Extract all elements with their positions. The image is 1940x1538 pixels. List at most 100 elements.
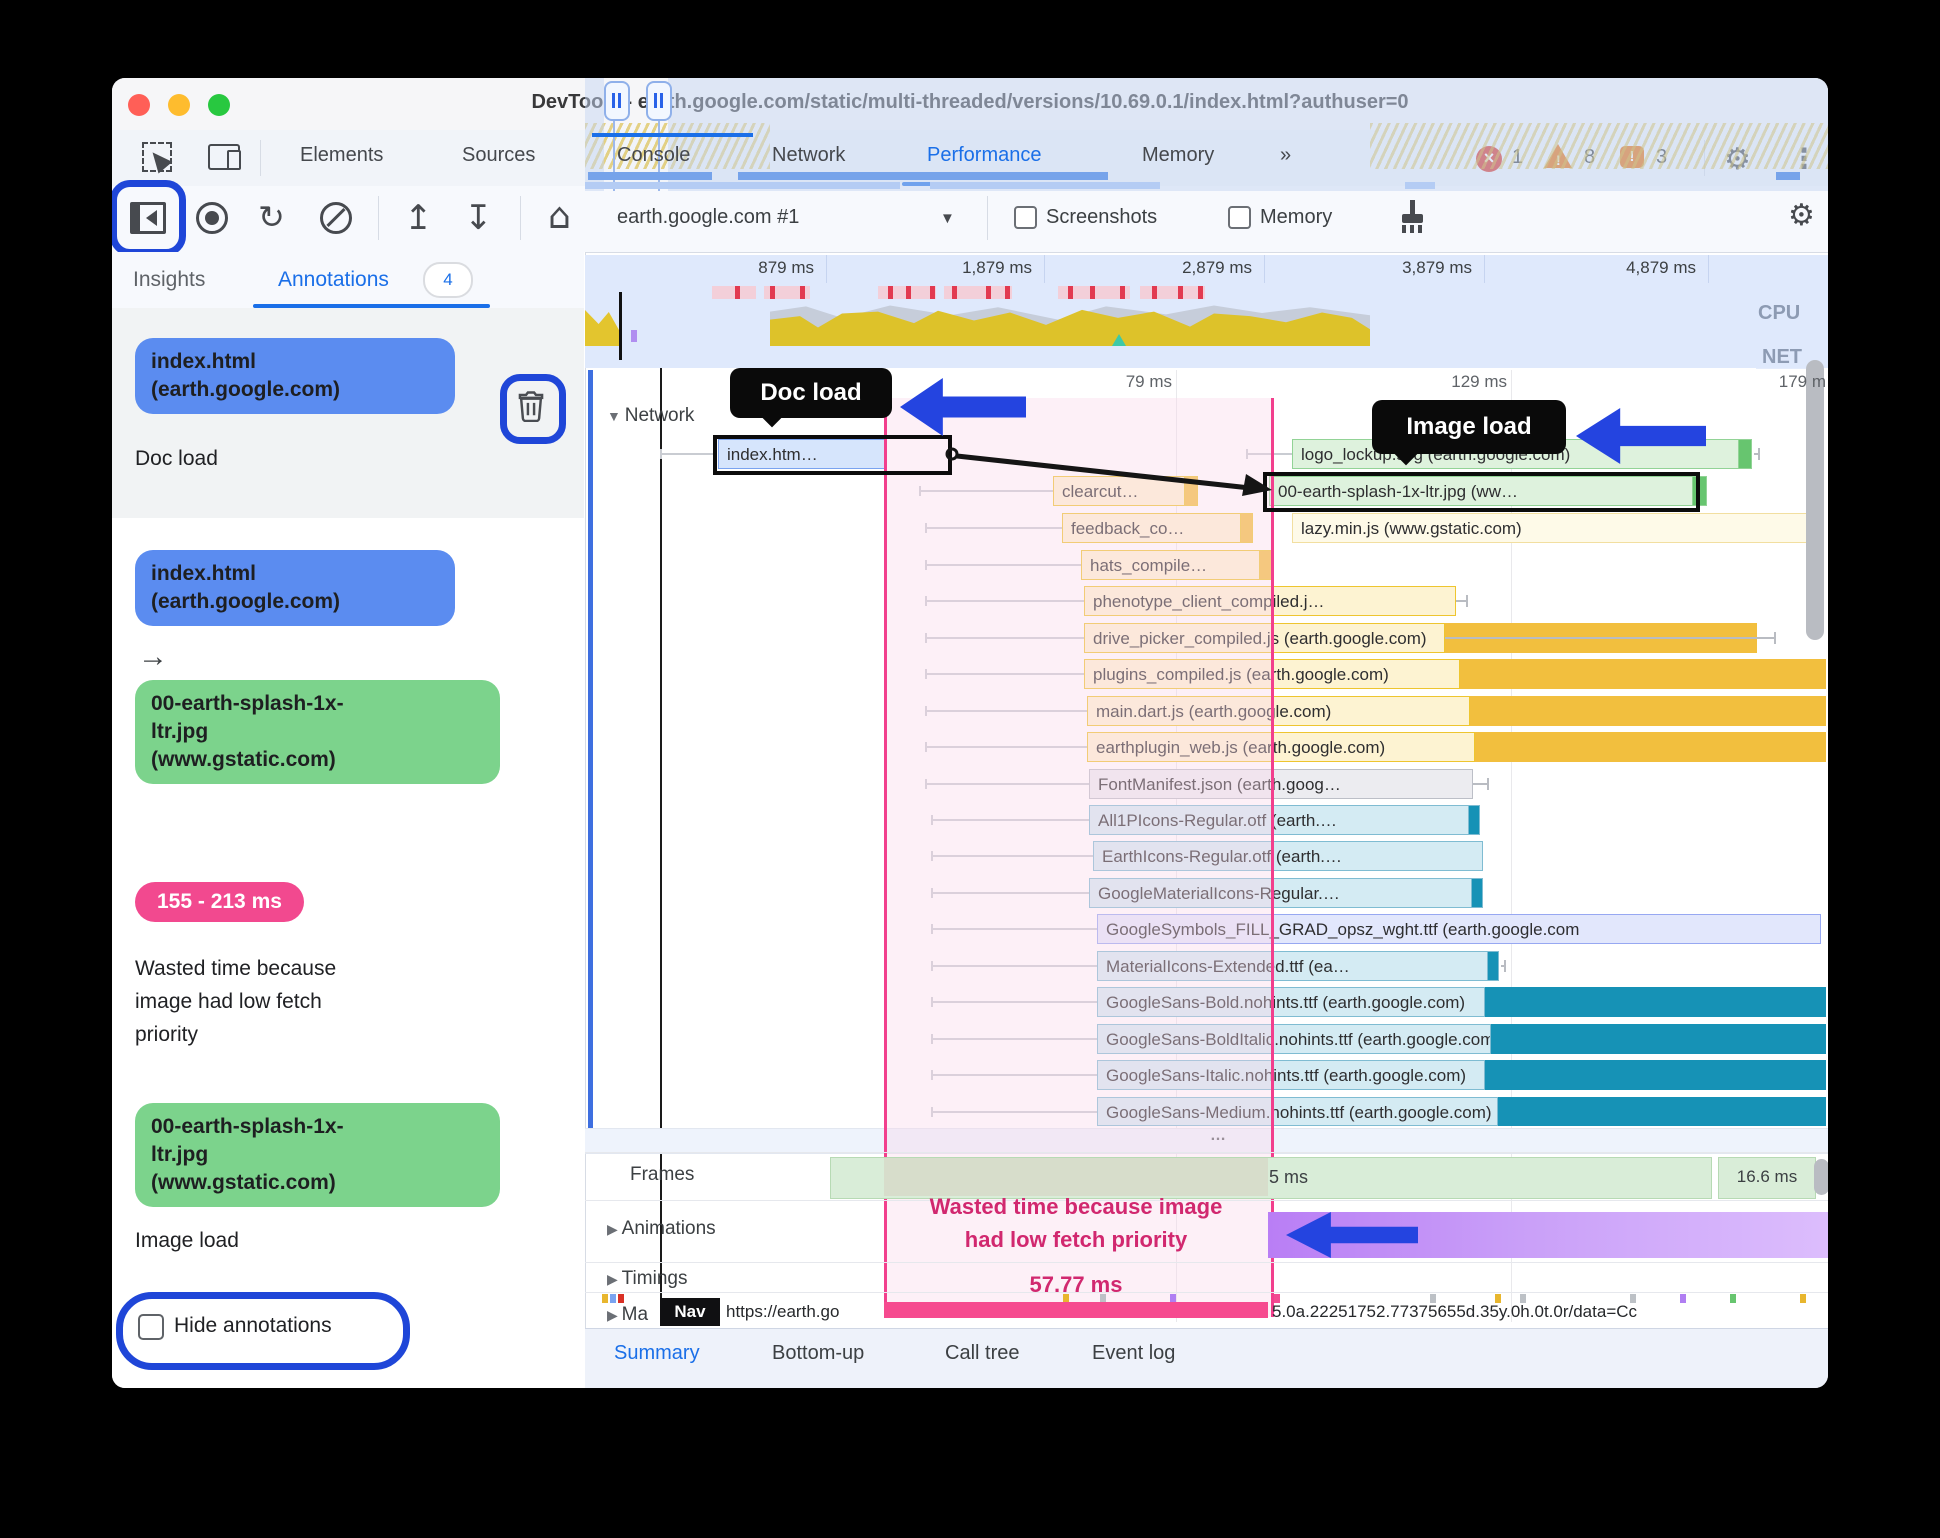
annotation-pill-doc[interactable]: index.html (earth.google.com) bbox=[135, 338, 455, 414]
wasted-time-text: Wasted time because image had low fetch … bbox=[929, 1194, 1223, 1252]
clear-icon[interactable] bbox=[320, 202, 352, 234]
doc-load-outline-box bbox=[713, 435, 952, 475]
overview-brush-handle-left[interactable] bbox=[604, 81, 630, 121]
network-request-bar[interactable]: lazy.min.js (www.gstatic.com) bbox=[1292, 513, 1815, 543]
capture-settings-gear-icon[interactable]: ⚙ bbox=[1788, 198, 1815, 233]
timings-track-header[interactable]: ▶ Timings bbox=[607, 1268, 687, 1290]
main-activity-tick bbox=[1274, 1294, 1280, 1303]
request-tail-bar[interactable] bbox=[1473, 732, 1826, 762]
request-whisker-end bbox=[1487, 778, 1489, 790]
screenshots-checkbox[interactable] bbox=[1014, 206, 1037, 229]
annotation-note-doc-load: Doc load bbox=[135, 447, 218, 470]
memory-checkbox[interactable] bbox=[1228, 206, 1251, 229]
request-end-cap bbox=[1738, 439, 1752, 469]
image-load-arrow-icon bbox=[1576, 408, 1706, 464]
frames-scrollbar-thumb[interactable] bbox=[1814, 1159, 1828, 1195]
tab-memory[interactable]: Memory bbox=[1142, 144, 1214, 167]
overview-time-label: 1,879 ms bbox=[962, 258, 1032, 277]
overview-time-label: 3,879 ms bbox=[1402, 258, 1472, 277]
annotation-pill-splash2[interactable]: 00-earth-splash-1x- ltr.jpg (www.gstatic… bbox=[135, 1103, 500, 1207]
frames-track-label[interactable]: Frames bbox=[630, 1164, 694, 1186]
request-tail-bar[interactable] bbox=[1489, 1024, 1826, 1054]
bottom-tab-summary[interactable]: Summary bbox=[614, 1342, 700, 1365]
expand-triangle-icon[interactable]: ▶ bbox=[607, 1221, 622, 1237]
overview-time-label: 4,879 ms bbox=[1626, 258, 1696, 277]
toggle-sidebar-panel-icon[interactable] bbox=[130, 202, 166, 234]
annotation-note-image-load: Image load bbox=[135, 1229, 239, 1252]
long-task-strip bbox=[1140, 286, 1205, 299]
main-track-url-right: 5.0a.22251752.77375655d.35y.0h.0t.0r/dat… bbox=[1272, 1302, 1638, 1321]
tab-annotations[interactable]: Annotations bbox=[278, 268, 389, 292]
garbage-collect-icon[interactable] bbox=[1398, 200, 1428, 234]
collapse-triangle-icon[interactable]: ▼ bbox=[607, 408, 625, 424]
tab-»[interactable]: » bbox=[1280, 144, 1291, 167]
main-track-header[interactable]: ▶ Ma bbox=[607, 1304, 648, 1326]
main-activity-tick bbox=[618, 1294, 624, 1303]
tab-console[interactable]: Console bbox=[617, 144, 690, 167]
separator bbox=[585, 1152, 1828, 1153]
session-selector[interactable]: earth.google.com #1 bbox=[617, 206, 799, 229]
home-icon[interactable]: ⌂ bbox=[548, 196, 571, 237]
summary-tab-underline bbox=[592, 133, 753, 137]
request-end-cap bbox=[1471, 878, 1483, 908]
request-whisker-line bbox=[1473, 783, 1487, 785]
divider bbox=[987, 196, 988, 240]
bottom-tab-bottom-up[interactable]: Bottom-up bbox=[772, 1342, 864, 1365]
annotation-pill-range[interactable]: 155 - 213 ms bbox=[135, 882, 304, 922]
request-whisker-line bbox=[1754, 453, 1758, 455]
request-tail-bar[interactable] bbox=[1483, 1060, 1826, 1090]
overview-time-separator bbox=[1044, 255, 1045, 283]
tab-insights[interactable]: Insights bbox=[133, 268, 205, 292]
upload-profile-icon[interactable]: ↥ bbox=[404, 198, 433, 238]
bottom-tab-event-log[interactable]: Event log bbox=[1092, 1342, 1175, 1365]
net-activity-bar-light bbox=[930, 182, 1160, 189]
long-task-tick bbox=[906, 286, 911, 299]
device-toolbar-icon[interactable] bbox=[208, 144, 241, 170]
request-tail-bar[interactable] bbox=[1458, 659, 1826, 689]
expand-triangle-icon[interactable]: ▶ bbox=[607, 1307, 622, 1323]
overview-time-separator bbox=[1484, 255, 1485, 283]
overview-brush-handle-right[interactable] bbox=[646, 81, 672, 121]
separator bbox=[585, 1262, 1828, 1263]
overview-time-label: 2,879 ms bbox=[1182, 258, 1252, 277]
network-scrollbar-thumb[interactable] bbox=[1806, 360, 1824, 640]
long-task-tick bbox=[735, 286, 740, 299]
download-profile-icon[interactable]: ↧ bbox=[464, 198, 493, 238]
frame-16ms[interactable]: 16.6 ms bbox=[1718, 1157, 1816, 1199]
inspect-element-icon[interactable] bbox=[142, 142, 173, 174]
long-task-tick bbox=[1068, 286, 1073, 299]
network-track-header[interactable]: ▼ Network bbox=[607, 405, 694, 427]
overview-time-separator bbox=[1708, 255, 1709, 283]
annotations-sidebar: Insights Annotations 4 index.html (earth… bbox=[112, 252, 586, 1388]
request-tail-bar[interactable] bbox=[1468, 696, 1826, 726]
request-tail-bar[interactable] bbox=[1443, 623, 1757, 653]
tab-sources[interactable]: Sources bbox=[462, 144, 535, 167]
image-load-outline-box bbox=[1263, 472, 1700, 512]
nav-marker-badge: Nav bbox=[660, 1298, 720, 1326]
annotation-pill-splash[interactable]: 00-earth-splash-1x- ltr.jpg (www.gstatic… bbox=[135, 680, 500, 784]
tab-performance[interactable]: Performance bbox=[927, 144, 1042, 167]
divider bbox=[260, 140, 261, 176]
bottom-tab-call-tree[interactable]: Call tree bbox=[945, 1342, 1019, 1365]
chevron-down-icon[interactable]: ▼ bbox=[940, 210, 955, 227]
long-task-tick bbox=[888, 286, 893, 299]
hide-annotations-checkbox[interactable] bbox=[138, 1314, 164, 1340]
expand-triangle-icon[interactable]: ▶ bbox=[607, 1271, 622, 1287]
annotation-pill-index2[interactable]: index.html (earth.google.com) bbox=[135, 550, 455, 626]
record-icon[interactable] bbox=[196, 202, 228, 234]
animations-track-header[interactable]: ▶ Animations bbox=[607, 1218, 716, 1240]
long-task-tick bbox=[986, 286, 991, 299]
hide-annotations-label: Hide annotations bbox=[174, 1314, 332, 1337]
long-task-tick bbox=[770, 286, 775, 299]
trash-icon[interactable] bbox=[516, 390, 546, 422]
reload-and-record-icon[interactable]: ↻ bbox=[258, 198, 285, 236]
tab-network[interactable]: Network bbox=[772, 144, 845, 167]
net-activity-bar-light bbox=[585, 182, 900, 189]
request-tail-bar[interactable] bbox=[1496, 1097, 1826, 1126]
doc-load-label: Doc load bbox=[730, 368, 892, 418]
main-activity-tick bbox=[1680, 1294, 1686, 1303]
tab-elements[interactable]: Elements bbox=[300, 144, 383, 167]
request-tail-bar[interactable] bbox=[1483, 987, 1826, 1017]
request-whisker-end bbox=[1466, 595, 1468, 607]
request-whisker-end bbox=[1774, 632, 1776, 644]
